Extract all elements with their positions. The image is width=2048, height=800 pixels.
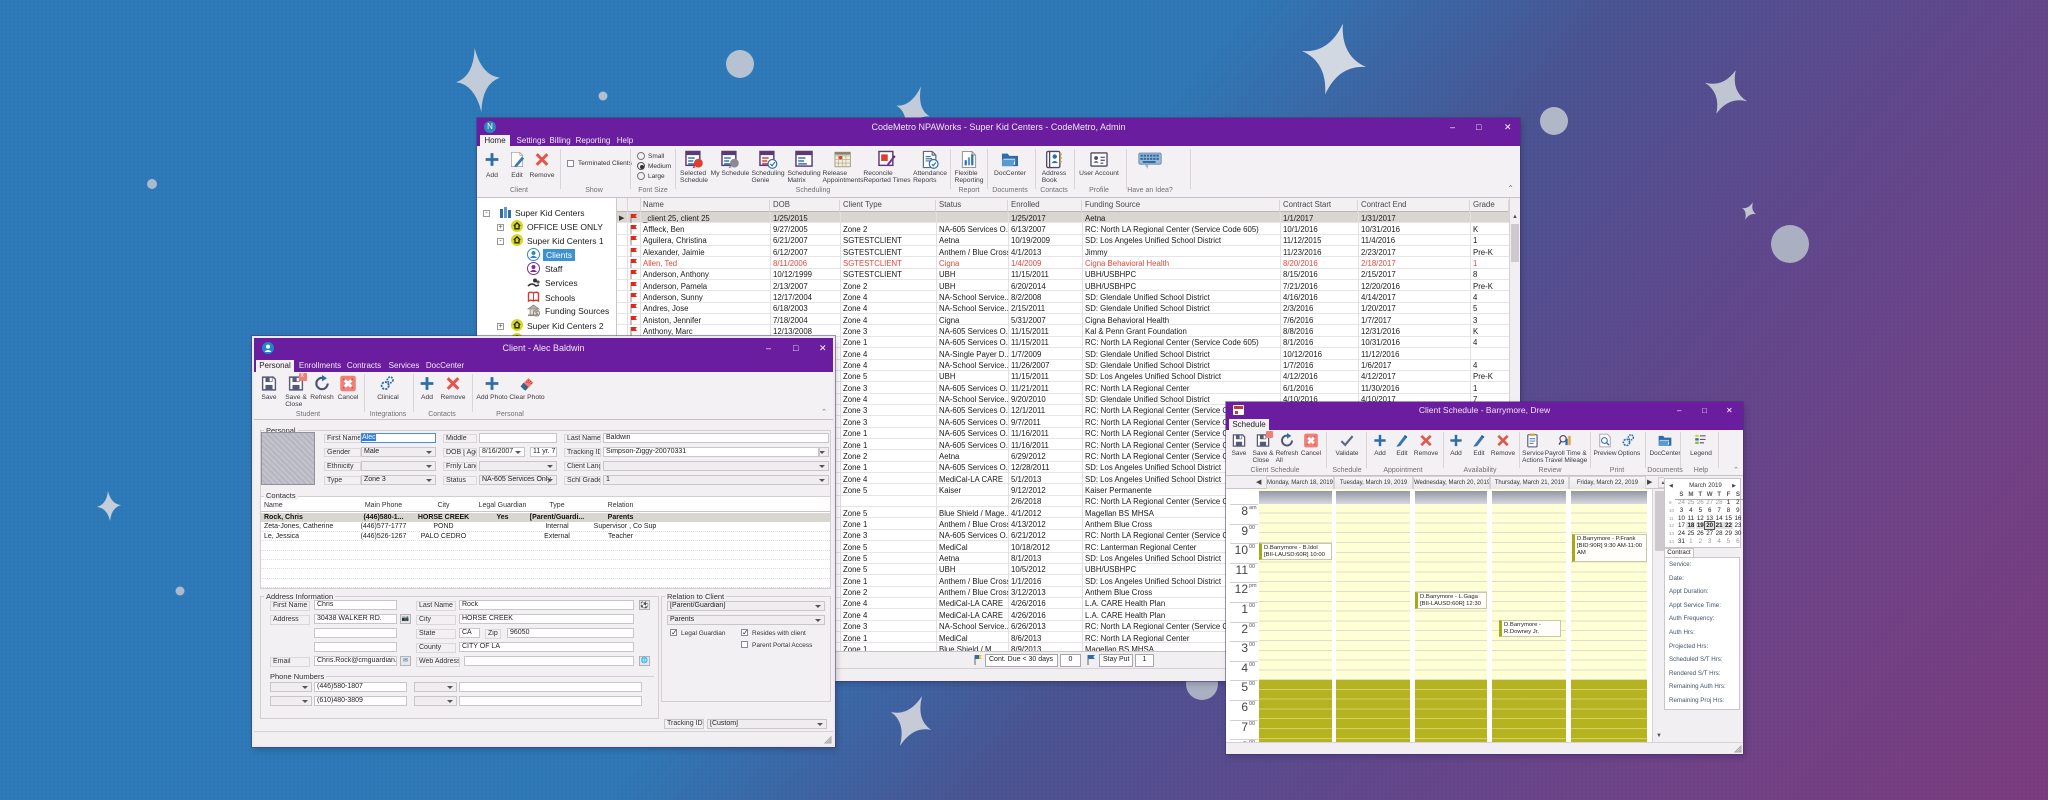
svg-text:$: $	[535, 311, 538, 317]
